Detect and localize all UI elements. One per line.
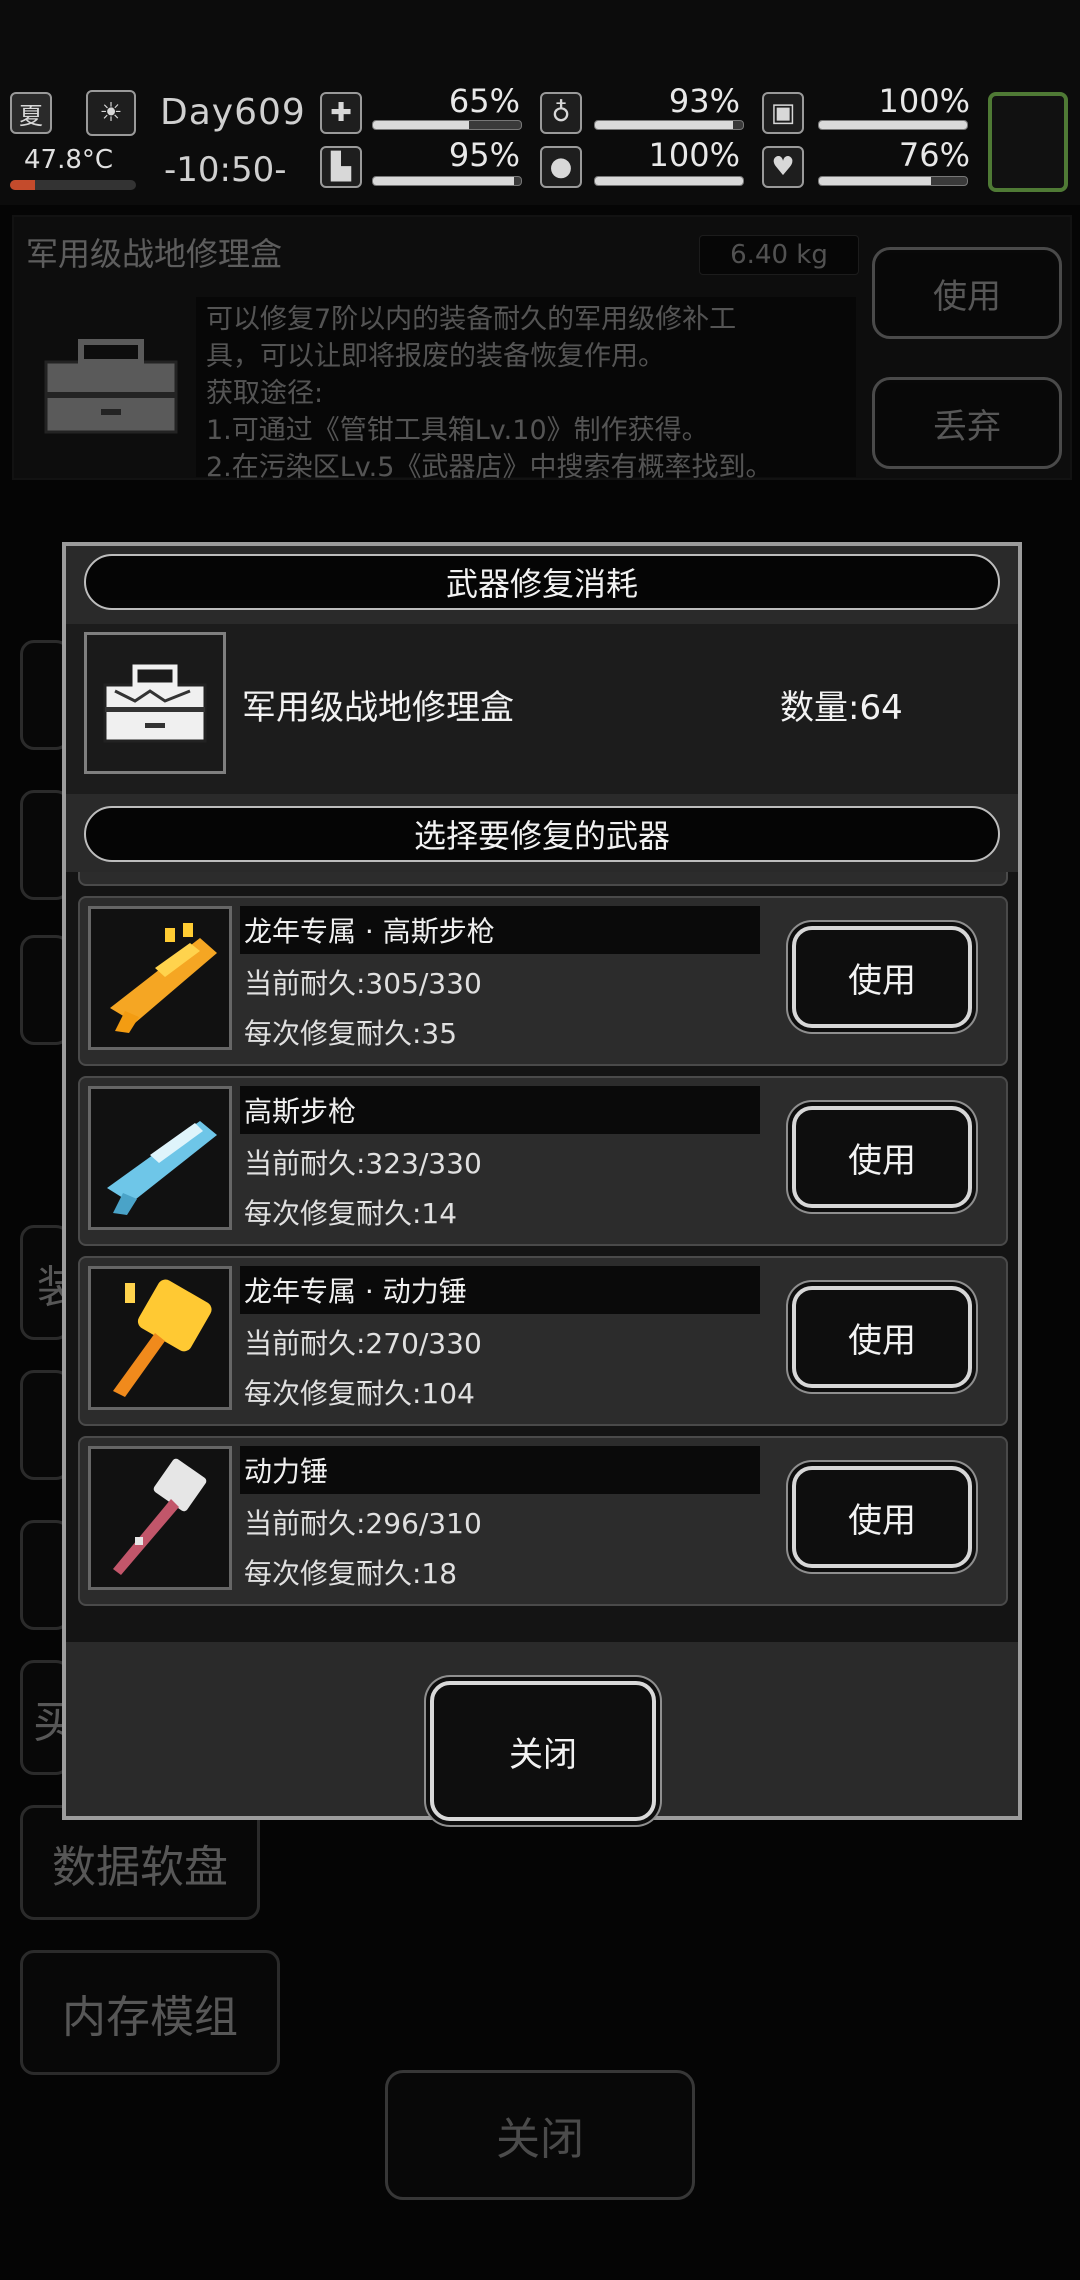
health-bar: [372, 120, 522, 130]
water-drop-icon: ●: [540, 146, 582, 188]
weapon-current-durability: 当前耐久:323/330: [244, 1147, 482, 1180]
temperature-bar: [10, 180, 136, 190]
season-icon: 夏: [10, 92, 52, 134]
weapon-name: 高斯步枪: [240, 1086, 760, 1134]
energy-bar: [818, 120, 968, 130]
repair-cost-header: 武器修复消耗: [84, 554, 1000, 610]
gold-power-hammer-icon: [88, 1266, 232, 1410]
stamina-value: 95%: [448, 136, 520, 174]
item-detail-panel: 军用级战地修理盒 6.40 kg 可以修复7阶以内的装备耐久的军用级修补工 具，…: [12, 215, 1072, 483]
weapon-repair-amount: 每次修复耐久:104: [244, 1377, 475, 1410]
item-weight: 6.40 kg: [699, 235, 859, 275]
list-item: 动力锤 当前耐久:296/310 每次修复耐久:18 使用: [78, 1436, 1008, 1606]
heart-icon: ♥: [762, 146, 804, 188]
toolbox-icon: [26, 297, 196, 467]
temperature-value: 47.8°C: [24, 145, 114, 175]
power-hammer-icon: [88, 1446, 232, 1590]
weapon-repair-amount: 每次修复耐久:14: [244, 1197, 458, 1230]
game-time: -10:50-: [164, 150, 287, 190]
weapon-repair-amount: 每次修复耐久:35: [244, 1017, 458, 1050]
stomach-value: 93%: [668, 82, 740, 120]
health-value: 65%: [448, 82, 520, 120]
list-item: 龙年专属 · 高斯步枪 当前耐久:305/330 每次修复耐久:35 使用: [78, 896, 1008, 1066]
gauss-rifle-icon: [88, 1086, 232, 1230]
use-repair-button[interactable]: 使用: [792, 1106, 972, 1208]
weapon-name: 龙年专属 · 动力锤: [240, 1266, 760, 1314]
list-item-partial: [78, 872, 1008, 886]
boot-icon: ▙: [320, 146, 362, 188]
status-bar: 夏 ☀ 47.8°C Day609 -10:50- ✚ 65% ♁ 93% ▣ …: [0, 0, 1080, 205]
item-discard-button[interactable]: 丢弃: [872, 377, 1062, 469]
sun-icon: ☀: [86, 90, 136, 136]
sidebar-memory-module[interactable]: 内存模组: [20, 1950, 280, 2075]
cost-item-quantity: 数量:64: [780, 688, 903, 728]
stomach-icon: ♁: [540, 92, 582, 134]
select-weapon-header: 选择要修复的武器: [84, 806, 1000, 862]
weapon-name: 龙年专属 · 高斯步枪: [240, 906, 760, 954]
repair-cost-section: 军用级战地修理盒 数量:64: [66, 624, 1018, 794]
stamina-bar: [372, 176, 522, 186]
item-description: 可以修复7阶以内的装备耐久的军用级修补工 具，可以让即将报废的装备恢复作用。 获…: [196, 297, 856, 483]
list-item: 高斯步枪 当前耐久:323/330 每次修复耐久:14 使用: [78, 1076, 1008, 1246]
energy-value: 100%: [878, 82, 970, 120]
use-repair-button[interactable]: 使用: [792, 1286, 972, 1388]
weapon-repair-amount: 每次修复耐久:18: [244, 1557, 458, 1590]
use-repair-button[interactable]: 使用: [792, 1466, 972, 1568]
sidebar-data-disk[interactable]: 数据软盘: [20, 1805, 260, 1920]
health-icon: ✚: [320, 92, 362, 134]
page-close-button[interactable]: 关闭: [385, 2070, 695, 2200]
weapon-current-durability: 当前耐久:305/330: [244, 967, 482, 1000]
toolbox-icon: [84, 632, 226, 774]
gold-gauss-rifle-icon: [88, 906, 232, 1050]
item-title: 军用级战地修理盒: [26, 235, 283, 273]
cost-item-name: 军用级战地修理盒: [242, 688, 514, 728]
weapon-current-durability: 当前耐久:270/330: [244, 1327, 482, 1360]
weapon-name: 动力锤: [240, 1446, 760, 1494]
water-value: 100%: [648, 136, 740, 174]
stomach-bar: [594, 120, 744, 130]
dialog-close-button[interactable]: 关闭: [430, 1681, 656, 1821]
weapon-list[interactable]: 龙年专属 · 高斯步枪 当前耐久:305/330 每次修复耐久:35 使用 高斯…: [66, 872, 1018, 1642]
list-item: 龙年专属 · 动力锤 当前耐久:270/330 每次修复耐久:104 使用: [78, 1256, 1008, 1426]
minimap-button[interactable]: [988, 92, 1068, 192]
weapon-repair-dialog: 武器修复消耗 军用级战地修理盒 数量:64 选择要修复的武器 龙年专属 · 高斯…: [62, 542, 1022, 1821]
mood-value: 76%: [898, 136, 970, 174]
water-bar: [594, 176, 744, 186]
energy-icon: ▣: [762, 92, 804, 134]
day-counter: Day609: [160, 92, 306, 133]
mood-bar: [818, 176, 968, 186]
item-use-button[interactable]: 使用: [872, 247, 1062, 339]
use-repair-button[interactable]: 使用: [792, 926, 972, 1028]
weapon-current-durability: 当前耐久:296/310: [244, 1507, 482, 1540]
